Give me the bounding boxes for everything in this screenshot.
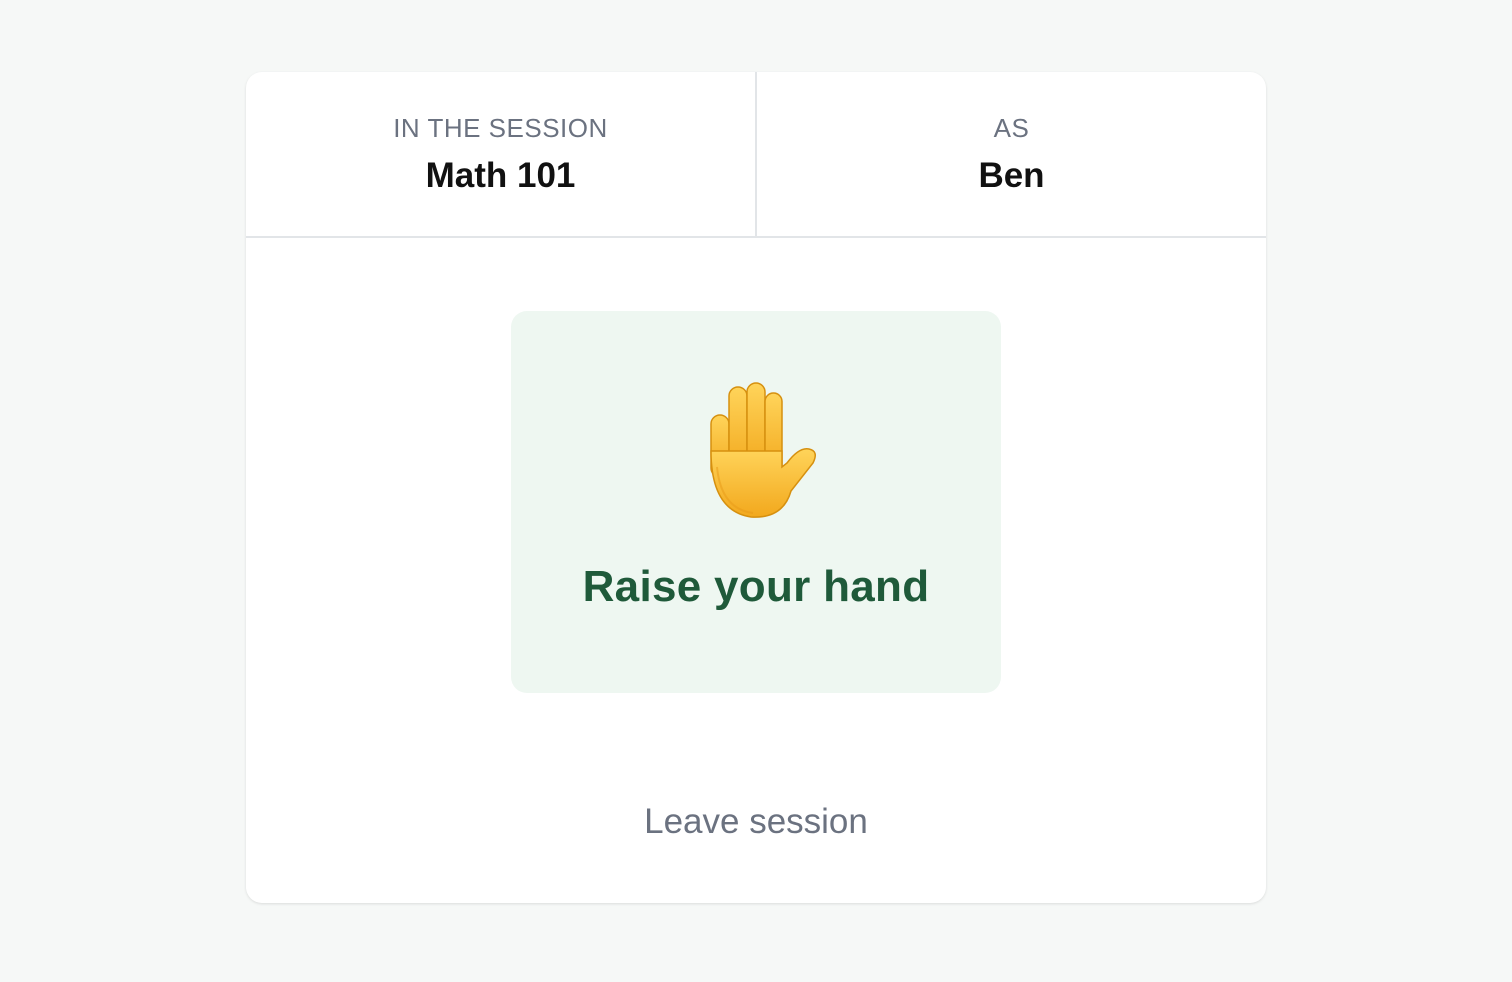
- raise-hand-button[interactable]: Raise your hand: [511, 311, 1001, 693]
- raise-hand-label: Raise your hand: [582, 562, 930, 611]
- session-card: IN THE SESSION Math 101 AS Ben Raise you…: [246, 72, 1266, 903]
- identity-info: AS Ben: [755, 72, 1266, 236]
- leave-session-button[interactable]: Leave session: [246, 800, 1266, 844]
- session-label: IN THE SESSION: [393, 113, 608, 143]
- session-info: IN THE SESSION Math 101: [246, 72, 755, 236]
- identity-label: AS: [993, 113, 1030, 143]
- session-name: Math 101: [425, 156, 576, 195]
- raised-hand-icon: [710, 382, 816, 518]
- participant-name: Ben: [978, 156, 1045, 195]
- session-header: IN THE SESSION Math 101 AS Ben: [246, 72, 1266, 238]
